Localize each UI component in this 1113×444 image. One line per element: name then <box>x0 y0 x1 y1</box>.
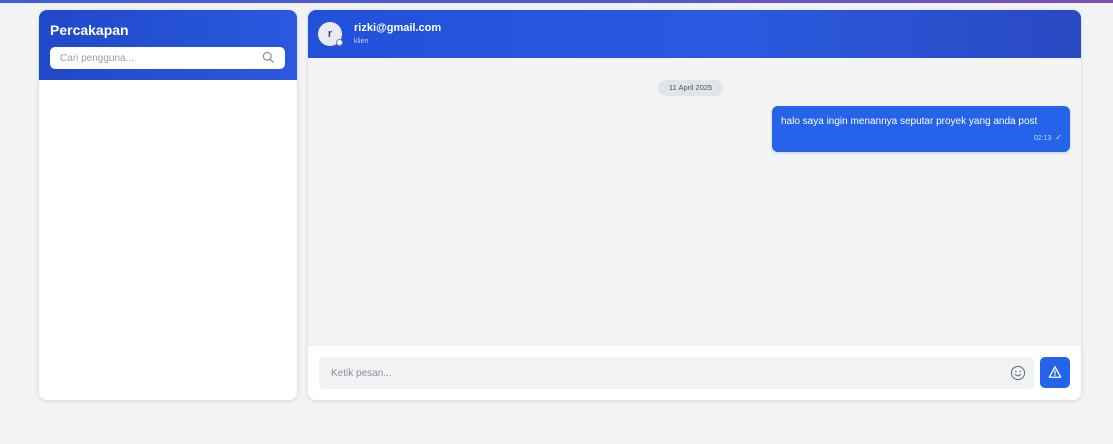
check-icon: ✓ <box>1055 133 1062 142</box>
chat-header: r rizki@gmail.com klien <box>308 10 1081 58</box>
search-input[interactable] <box>50 47 285 69</box>
message-meta: 02:13 ✓ <box>1034 133 1062 144</box>
contact-email: rizki@gmail.com <box>354 22 442 34</box>
message-input-wrapper <box>319 357 1034 389</box>
conversation-sidebar: Percakapan <box>39 10 297 400</box>
chat-panel: r rizki@gmail.com klien 11 April 2025 ha… <box>308 10 1081 400</box>
message-text: halo saya ingin menannya seputar proyek … <box>781 116 1038 127</box>
message-bubble-outgoing[interactable]: halo saya ingin menannya seputar proyek … <box>772 106 1070 152</box>
send-button[interactable] <box>1040 357 1070 388</box>
message-composer <box>308 346 1081 400</box>
send-icon <box>1048 366 1062 378</box>
emoji-icon[interactable] <box>1010 365 1026 381</box>
date-separator: 11 April 2025 <box>658 80 724 96</box>
top-accent-bar <box>0 0 1113 3</box>
message-input[interactable] <box>319 357 1034 389</box>
sidebar-title: Percakapan <box>50 22 129 38</box>
search-box <box>50 47 285 69</box>
online-status-indicator <box>336 39 343 46</box>
contact-role: klien <box>354 38 369 45</box>
search-icon[interactable] <box>262 51 275 64</box>
message-time: 02:13 <box>1033 135 1052 142</box>
sidebar-header: Percakapan <box>39 10 297 80</box>
